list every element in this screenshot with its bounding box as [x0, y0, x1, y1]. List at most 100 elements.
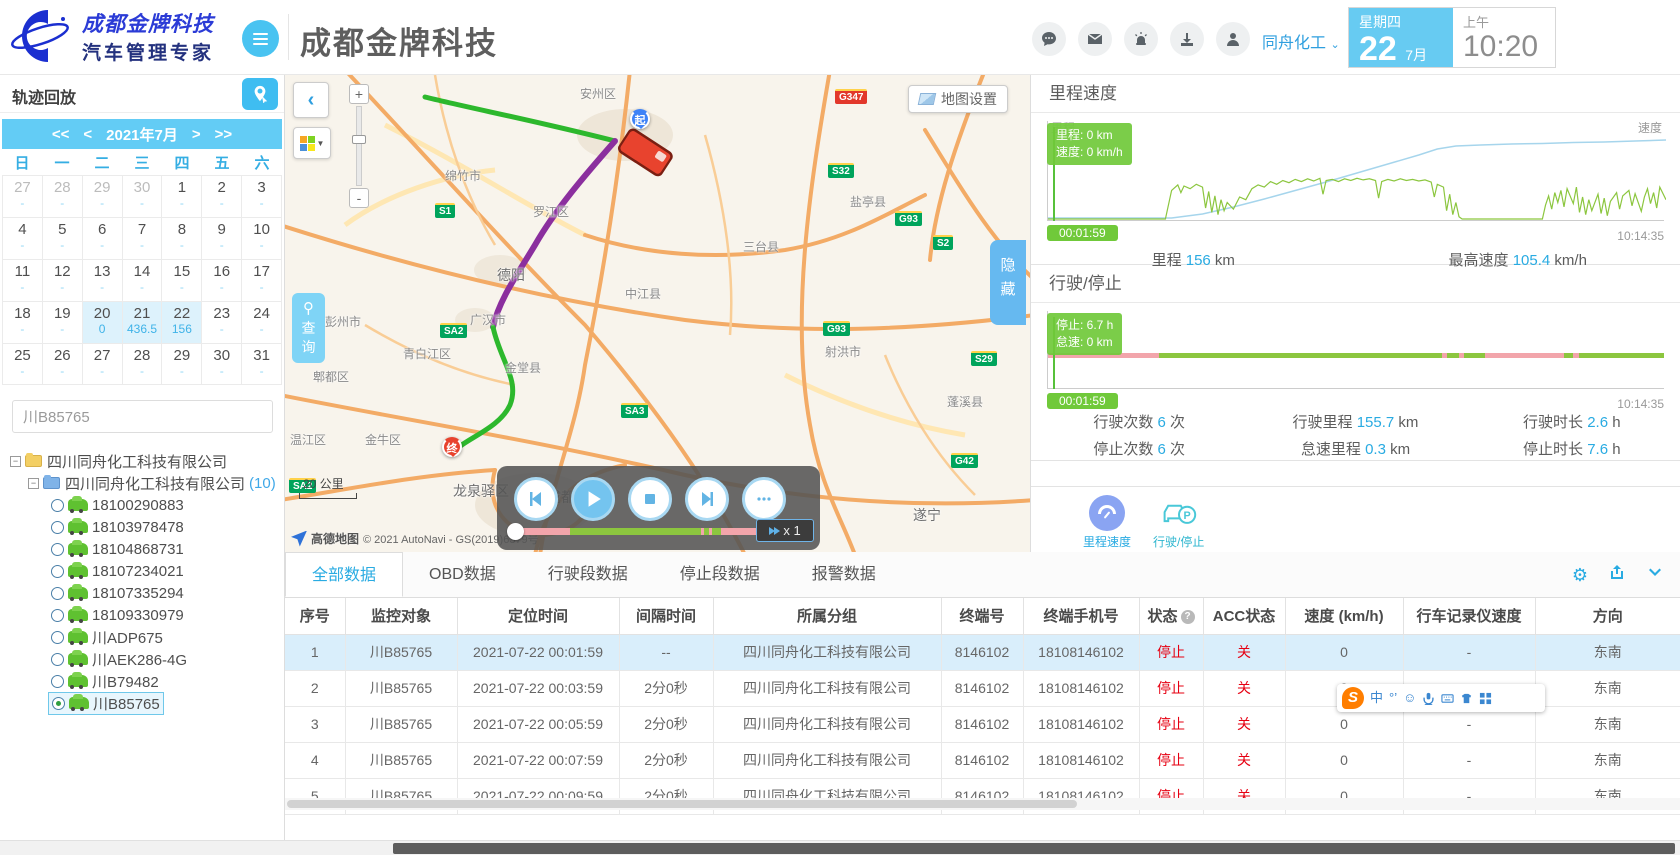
map-settings-button[interactable]: 地图设置 — [908, 85, 1008, 113]
mic-icon[interactable] — [1422, 692, 1435, 705]
drive-stop-chart[interactable]: 停止: 6.7 h 怠速: 0 km 00:01:59 10:14:35 — [1047, 311, 1664, 407]
calendar-day-cell[interactable]: 15 - — [162, 260, 202, 301]
tree-vehicle-item[interactable]: 川B79482 — [48, 670, 280, 692]
calendar-day-cell[interactable]: 3 - — [242, 176, 282, 217]
prev-year-button[interactable]: << — [52, 126, 70, 143]
playback-next-button[interactable] — [685, 477, 729, 521]
drive-stop-tool[interactable]: P 行驶/停止 — [1153, 495, 1204, 552]
calendar-day-cell[interactable]: 24 - — [242, 302, 282, 343]
radio-icon[interactable] — [51, 609, 64, 622]
calendar-day-cell[interactable]: 30 - — [123, 176, 163, 217]
collapse-icon[interactable]: − — [10, 456, 21, 467]
column-header[interactable]: 间隔时间 — [619, 598, 713, 634]
map-layers-button[interactable]: ▼ — [293, 127, 331, 159]
scrollbar-thumb[interactable] — [393, 843, 1675, 854]
chevron-down-icon[interactable] — [1646, 564, 1664, 586]
hide-panel-tab[interactable]: 隐 藏 — [990, 240, 1026, 325]
zoom-out-button[interactable]: - — [349, 188, 369, 208]
calendar-day-cell[interactable]: 2 - — [202, 176, 242, 217]
collapse-panel-button[interactable]: ‹ — [293, 82, 329, 118]
tree-root-folder[interactable]: − 四川同舟化工科技有限公司 — [10, 450, 280, 472]
calendar-day-cell[interactable]: 17 - — [242, 260, 282, 301]
table-row[interactable]: 1川B857652021-07-22 00:01:59--四川同舟化工科技有限公… — [285, 634, 1680, 670]
download-icon[interactable] — [1170, 22, 1204, 56]
tree-vehicle-item[interactable]: 18107335294 — [48, 582, 280, 604]
column-header[interactable]: 监控对象 — [345, 598, 457, 634]
calendar-day-cell[interactable]: 20 0 — [83, 302, 123, 343]
playback-stop-button[interactable] — [628, 477, 672, 521]
query-button[interactable]: ⚲ 查 询 — [292, 293, 325, 363]
map-canvas[interactable]: 安州区绵阳绵竹市罗江区盐亭县三台县德阳中江县广汉市彭州市射洪市青白江区金堂县蓬溪… — [285, 75, 1030, 552]
playback-previous-button[interactable] — [514, 477, 558, 521]
export-icon[interactable] — [1608, 564, 1626, 586]
calendar-day-cell[interactable]: 18 - — [2, 302, 43, 343]
vehicle-search-input[interactable] — [12, 400, 273, 433]
calendar-day-cell[interactable]: 29 - — [83, 176, 123, 217]
toolbox-icon[interactable] — [1479, 692, 1492, 705]
playback-play-button[interactable] — [571, 477, 615, 521]
skin-icon[interactable] — [1460, 692, 1473, 705]
emoji-icon[interactable]: ☺ — [1403, 685, 1416, 711]
gear-icon[interactable]: ⚙ — [1572, 565, 1588, 585]
calendar-day-cell[interactable]: 31 - — [242, 344, 282, 385]
calendar-day-cell[interactable]: 27 - — [2, 176, 43, 217]
calendar-day-cell[interactable]: 11 - — [2, 260, 43, 301]
calendar-day-cell[interactable]: 29 - — [162, 344, 202, 385]
tree-vehicle-item[interactable]: 川AEK286-4G — [48, 648, 280, 670]
calendar-day-cell[interactable]: 9 - — [202, 218, 242, 259]
table-row[interactable]: 4川B857652021-07-22 00:07:592分0秒四川同舟化工科技有… — [285, 742, 1680, 778]
tree-vehicle-item[interactable]: 18109330979 — [48, 604, 280, 626]
calendar-day-cell[interactable]: 30 - — [202, 344, 242, 385]
column-header[interactable]: 行车记录仪速度 — [1403, 598, 1535, 634]
punctuation-icon[interactable]: °’ — [1389, 685, 1397, 711]
zoom-in-button[interactable]: + — [349, 84, 369, 104]
column-header[interactable]: 方向 — [1535, 598, 1680, 634]
tree-group-folder[interactable]: − 四川同舟化工科技有限公司 (10) — [28, 472, 280, 494]
playback-more-button[interactable] — [742, 477, 786, 521]
radio-icon[interactable] — [51, 631, 64, 644]
next-month-button[interactable]: > — [192, 126, 201, 143]
calendar-day-cell[interactable]: 27 - — [83, 344, 123, 385]
radio-icon[interactable] — [51, 675, 64, 688]
tree-vehicle-item[interactable]: 18104868731 — [48, 538, 280, 560]
page-horizontal-scrollbar[interactable] — [0, 840, 1680, 855]
help-icon[interactable]: ? — [1181, 610, 1195, 624]
table-horizontal-scrollbar[interactable] — [285, 798, 1680, 810]
column-header[interactable]: 定位时间 — [457, 598, 619, 634]
tree-vehicle-item[interactable]: 18100290883 — [48, 494, 280, 516]
tree-vehicle-item[interactable]: 18107234021 — [48, 560, 280, 582]
mileage-speed-tool[interactable]: 里程速度 — [1083, 495, 1131, 552]
user-icon[interactable] — [1216, 22, 1250, 56]
column-header[interactable]: 速度 (km/h) — [1285, 598, 1403, 634]
column-header[interactable]: ACC状态 — [1203, 598, 1285, 634]
tab-报警数据[interactable]: 报警数据 — [786, 552, 902, 597]
calendar-day-cell[interactable]: 12 - — [43, 260, 83, 301]
radio-icon[interactable] — [51, 543, 64, 556]
zoom-slider-handle[interactable] — [352, 135, 366, 144]
route-start-marker[interactable]: 起 — [630, 109, 650, 129]
calendar-day-cell[interactable]: 7 - — [123, 218, 163, 259]
radio-icon[interactable] — [51, 653, 64, 666]
user-menu[interactable]: 同舟化工 ⌄ — [1262, 29, 1340, 53]
calendar-day-cell[interactable]: 19 - — [43, 302, 83, 343]
calendar-day-cell[interactable]: 8 - — [162, 218, 202, 259]
tree-vehicle-item[interactable]: 川ADP675 — [48, 626, 280, 648]
mileage-speed-chart[interactable]: 里程 速度 里程: 0 km 速度: 0 km/h 00:01:59 10:14… — [1047, 121, 1664, 239]
menu-toggle-button[interactable] — [242, 20, 279, 57]
calendar-day-cell[interactable]: 4 - — [2, 218, 43, 259]
sogou-logo[interactable]: S — [1342, 687, 1364, 709]
calendar-day-cell[interactable]: 28 - — [123, 344, 163, 385]
tab-OBD数据[interactable]: OBD数据 — [403, 552, 522, 597]
calendar-day-cell[interactable]: 22 156 — [162, 302, 202, 343]
company-logo[interactable]: 成都金牌科技 汽车管理专家 — [10, 6, 214, 66]
column-header[interactable]: 序号 — [285, 598, 345, 634]
column-header[interactable]: 终端号 — [941, 598, 1023, 634]
next-year-button[interactable]: >> — [215, 126, 233, 143]
calendar-day-cell[interactable]: 10 - — [242, 218, 282, 259]
scrollbar-thumb[interactable] — [287, 800, 1077, 808]
tab-停止段数据[interactable]: 停止段数据 — [654, 552, 786, 597]
route-end-marker[interactable]: 终 — [442, 437, 462, 457]
column-header[interactable]: 状态? — [1139, 598, 1203, 634]
calendar-day-cell[interactable]: 25 - — [2, 344, 43, 385]
calendar-day-cell[interactable]: 6 - — [83, 218, 123, 259]
